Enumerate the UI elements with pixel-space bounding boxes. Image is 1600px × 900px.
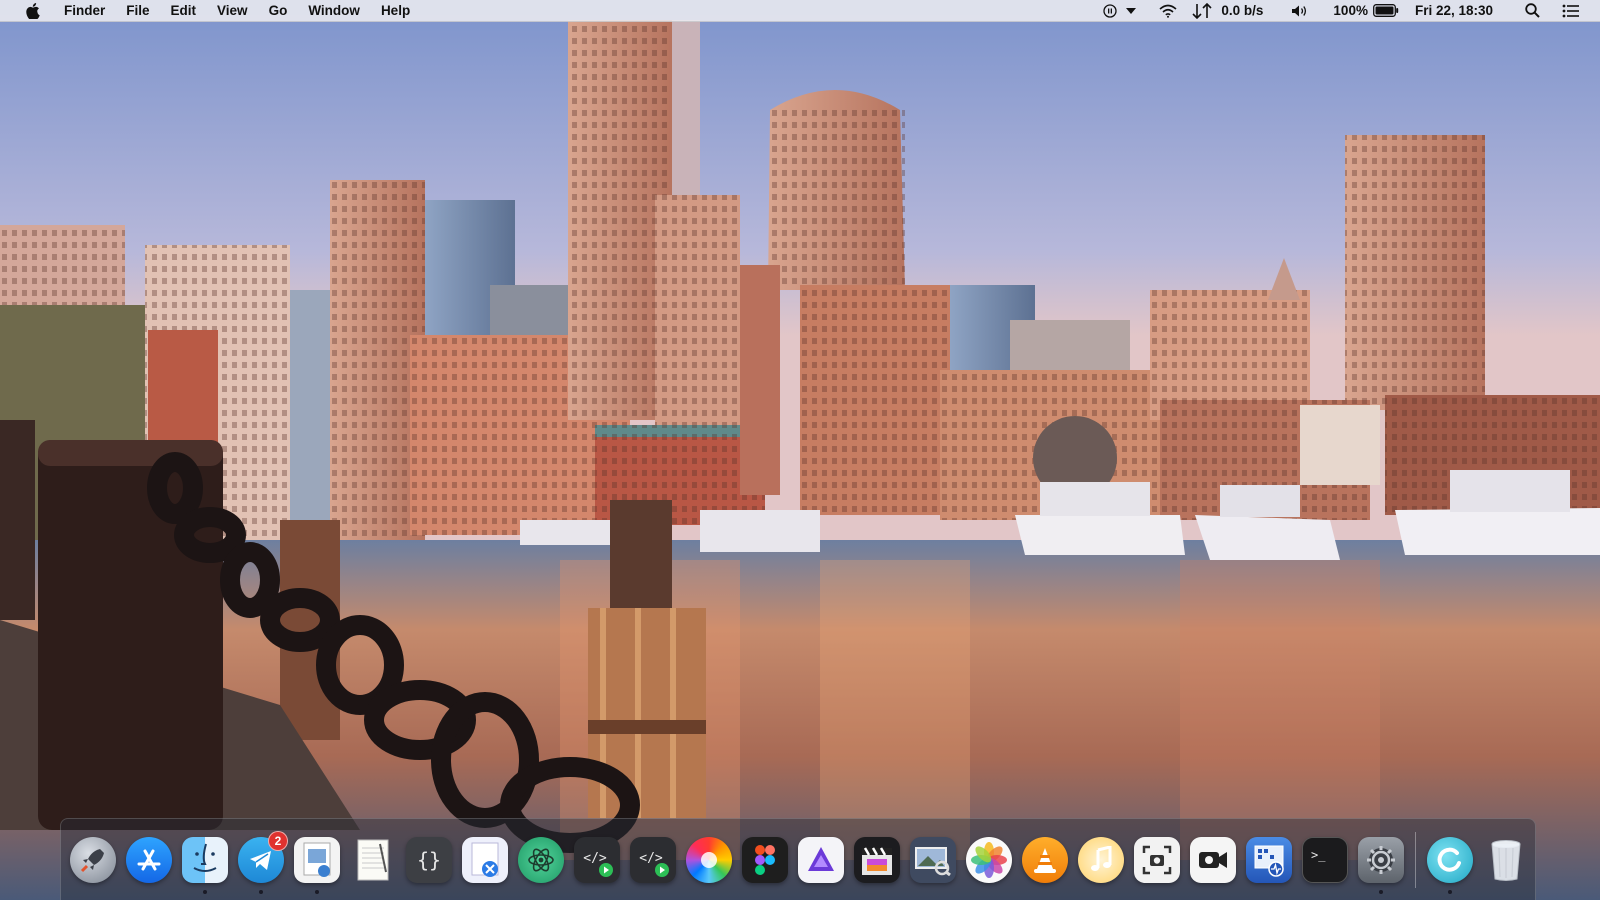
desktop-wallpaper xyxy=(0,0,1600,900)
music-note-icon xyxy=(1078,836,1124,883)
menu-bar-left: Finder File Edit View Go Window Help xyxy=(0,0,431,22)
dock-affinity[interactable] xyxy=(796,835,846,885)
spotlight-search-icon[interactable] xyxy=(1525,0,1540,22)
running-indicator xyxy=(315,889,319,894)
dock-figma[interactable] xyxy=(740,835,790,885)
dock-xcode[interactable] xyxy=(460,835,510,885)
dock-code-runner[interactable]: </> xyxy=(572,835,622,885)
dock-launchpad[interactable] xyxy=(68,835,118,885)
dock: 2 {} </> </> >_ xyxy=(60,818,1536,900)
gear-icon xyxy=(1358,836,1404,883)
code-play-icon: </> xyxy=(630,836,676,883)
braces-icon: {} xyxy=(406,836,452,883)
running-indicator xyxy=(259,889,263,894)
dock-separator xyxy=(1415,831,1416,888)
dock-vlc[interactable] xyxy=(1020,835,1070,885)
dock-atom[interactable] xyxy=(516,835,566,885)
figma-icon xyxy=(742,836,788,883)
dock-itunes[interactable] xyxy=(1076,835,1126,885)
dropdown-triangle-icon[interactable] xyxy=(1125,0,1137,22)
dock-screenshot[interactable] xyxy=(1132,835,1182,885)
dock-code-runner-2[interactable]: </> xyxy=(628,835,678,885)
sync-icon xyxy=(1427,836,1473,883)
activity-monitor-icon xyxy=(1246,836,1292,883)
dock-preview[interactable] xyxy=(292,835,342,894)
wifi-icon[interactable] xyxy=(1159,0,1177,22)
dock-trash[interactable] xyxy=(1481,835,1531,885)
network-speed: 0.0 b/s xyxy=(1221,3,1264,18)
vlc-cone-icon xyxy=(1022,836,1068,883)
menu-finder[interactable]: Finder xyxy=(64,3,105,18)
dock-app-store[interactable] xyxy=(124,835,174,885)
code-play-icon: </> xyxy=(574,836,620,883)
app-store-icon xyxy=(126,836,172,883)
atom-icon xyxy=(518,836,564,883)
rocket-icon xyxy=(70,836,116,883)
dock-photos[interactable] xyxy=(964,835,1014,885)
media-pause-icon[interactable] xyxy=(1103,0,1118,22)
running-indicator xyxy=(1379,889,1383,894)
menu-bar: Finder File Edit View Go Window Help 0.0… xyxy=(0,0,1600,22)
dock-image-viewer[interactable] xyxy=(908,835,958,885)
dock-photo-booth[interactable] xyxy=(1188,835,1238,885)
menu-file[interactable]: File xyxy=(126,3,149,18)
menu-help[interactable]: Help xyxy=(381,3,410,18)
apple-icon[interactable] xyxy=(26,2,42,19)
dock-terminal[interactable]: >_ xyxy=(1300,835,1350,885)
harbor-skyline-image xyxy=(0,0,1600,900)
menu-view[interactable]: View xyxy=(217,3,248,18)
menu-window[interactable]: Window xyxy=(308,3,360,18)
dock-textedit[interactable] xyxy=(348,835,398,885)
photos-icon xyxy=(966,836,1012,883)
affinity-icon xyxy=(798,836,844,883)
color-wheel-icon xyxy=(686,836,732,883)
clapperboard-icon xyxy=(854,836,900,883)
dock-system-preferences[interactable] xyxy=(1356,835,1406,894)
dock-color-picker[interactable] xyxy=(684,835,734,885)
battery-percent: 100% xyxy=(1333,3,1368,18)
dock-activity-monitor[interactable] xyxy=(1244,835,1294,885)
battery-icon[interactable] xyxy=(1373,0,1399,22)
dock-final-cut-pro[interactable] xyxy=(852,835,902,885)
screenshot-icon xyxy=(1134,836,1180,883)
clock[interactable]: Fri 22, 18:30 xyxy=(1415,0,1493,22)
dock-finder[interactable] xyxy=(180,835,230,894)
textedit-icon xyxy=(350,837,396,883)
volume-icon[interactable] xyxy=(1291,0,1309,22)
terminal-icon: >_ xyxy=(1302,836,1348,883)
notification-center-icon[interactable] xyxy=(1562,0,1580,22)
svg-text:>_: >_ xyxy=(1311,848,1326,862)
menu-edit[interactable]: Edit xyxy=(171,3,197,18)
running-indicator xyxy=(203,889,207,894)
svg-text:{}: {} xyxy=(417,848,441,872)
dock-script-editor[interactable]: {} xyxy=(404,835,454,885)
preview-icon xyxy=(294,836,340,883)
trash-icon xyxy=(1483,837,1529,883)
image-viewer-icon xyxy=(910,836,956,883)
dock-sync[interactable] xyxy=(1425,835,1475,894)
menu-bar-status-area: 0.0 b/s 100% Fri 22, 18:30 xyxy=(1089,0,1600,22)
xcode-icon xyxy=(462,836,508,883)
network-arrows-icon[interactable] xyxy=(1191,0,1213,22)
finder-icon xyxy=(182,836,228,883)
notification-badge: 2 xyxy=(268,830,288,851)
dock-telegram[interactable]: 2 xyxy=(236,830,288,894)
video-camera-icon xyxy=(1190,836,1236,883)
running-indicator xyxy=(1448,889,1452,894)
menu-go[interactable]: Go xyxy=(269,3,288,18)
